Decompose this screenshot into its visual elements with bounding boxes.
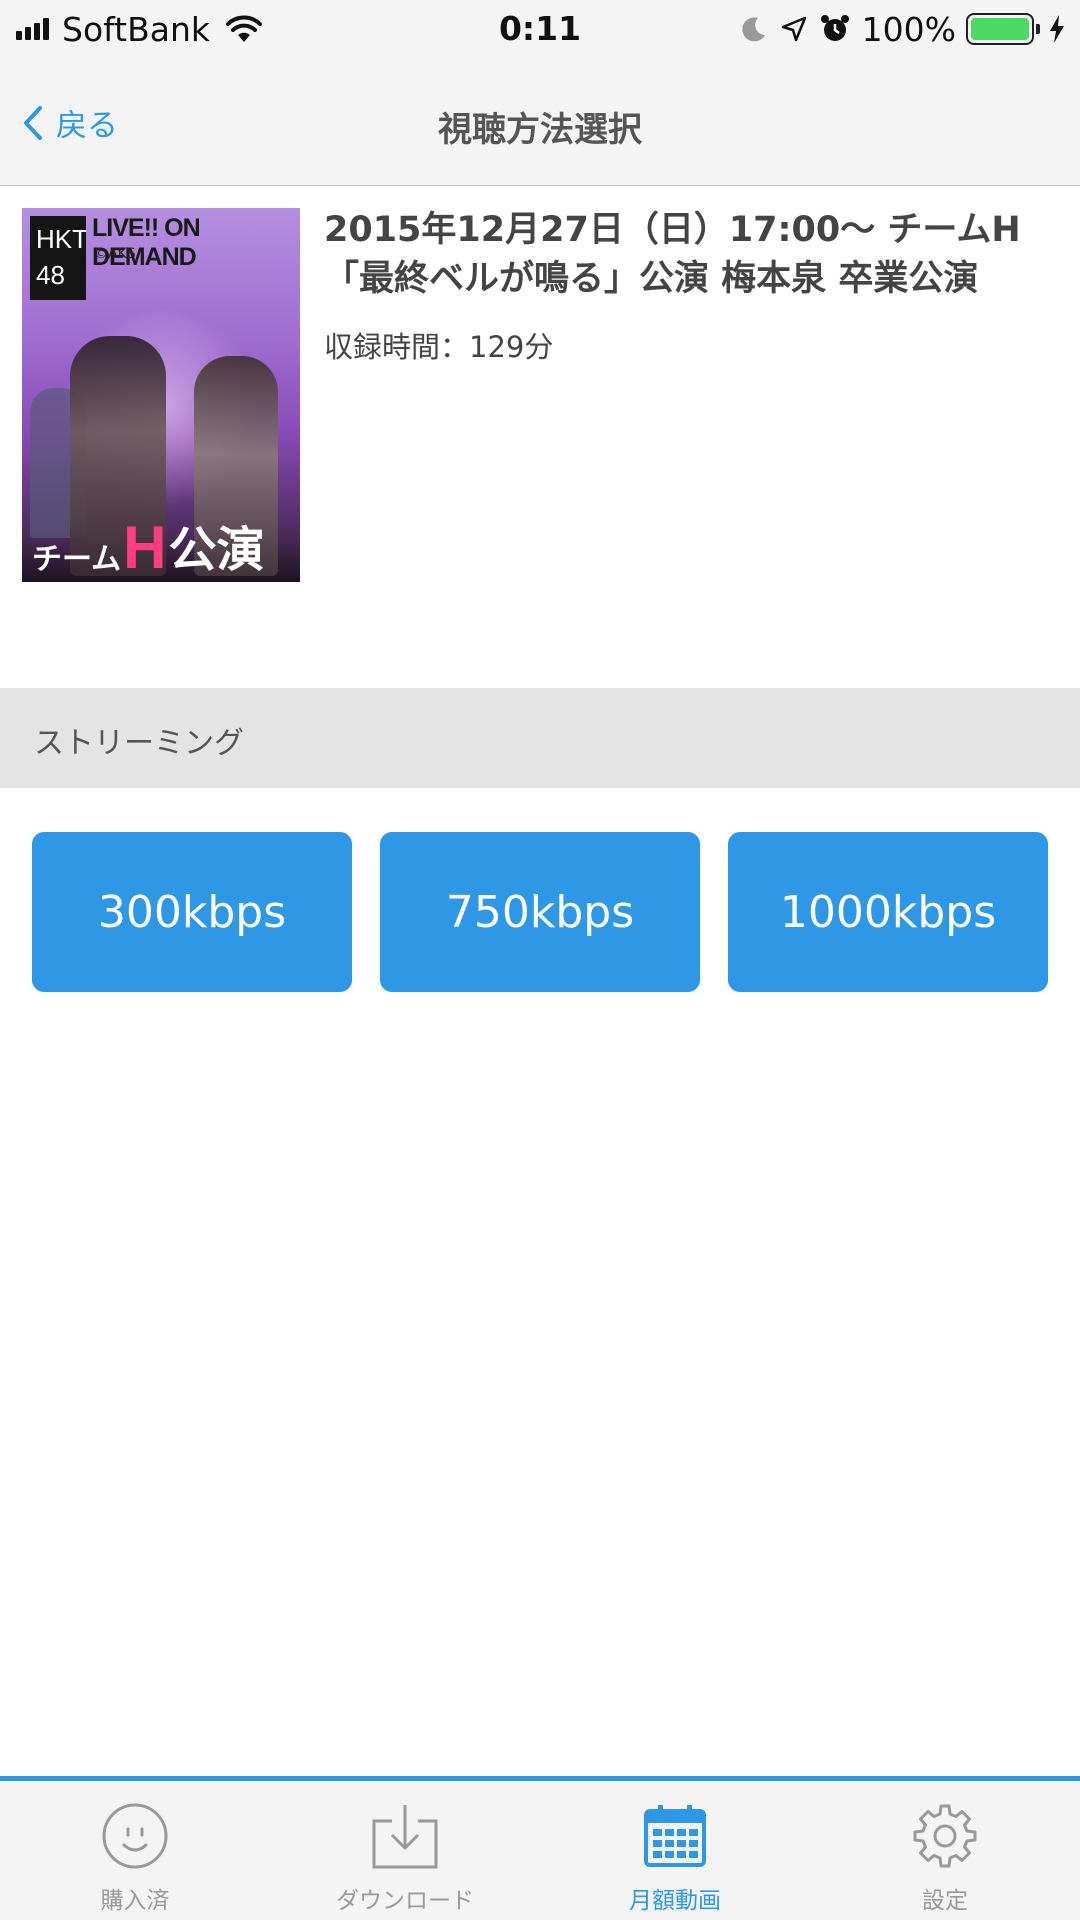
quality-750kbps-button[interactable]: 750kbps — [380, 832, 700, 992]
status-bar: SoftBank 0:11 100% — [0, 0, 1080, 58]
thumbnail-copyright: ©AKS — [94, 246, 136, 262]
tab-purchased[interactable]: 購入済 — [0, 1781, 270, 1920]
section-title: ストリーミング — [34, 726, 244, 761]
tab-label: 購入済 — [100, 1888, 170, 1914]
video-duration: 収録時間：129分 — [324, 330, 554, 364]
svg-text:HKT: HKT — [36, 224, 86, 254]
thumbnail-caption: チーム H 公演 — [32, 514, 294, 581]
smiley-icon — [102, 1803, 168, 1869]
tab-label: 設定 — [922, 1888, 968, 1914]
video-title: 2015年12月27日（日）17:00〜 チームH「最終ベルが鳴る」公演 梅本泉… — [324, 210, 1021, 299]
thumbnail-caption-letter: H — [123, 514, 167, 581]
streaming-section-header: ストリーミング — [0, 688, 1080, 788]
tab-download[interactable]: ダウンロード — [270, 1781, 540, 1920]
tab-settings[interactable]: 設定 — [810, 1781, 1080, 1920]
thumbnail-caption-prefix: チーム — [32, 542, 122, 577]
tab-bar: 購入済 ダウンロード 月額動画 設定 — [0, 1776, 1080, 1920]
tab-monthly-videos[interactable]: 月額動画 — [540, 1781, 810, 1920]
quality-300kbps-button[interactable]: 300kbps — [32, 832, 352, 992]
location-arrow-icon — [781, 16, 806, 42]
quality-1000kbps-button[interactable]: 1000kbps — [728, 832, 1048, 992]
status-right: 100% — [728, 8, 1066, 50]
thumbnail-header: LIVE!! ON DEMAND — [92, 214, 201, 271]
tab-label: ダウンロード — [336, 1888, 474, 1914]
thumbnail-caption-suffix: 公演 — [168, 522, 265, 578]
nav-bar: 戻る 視聴方法選択 — [0, 58, 1080, 186]
battery-icon — [966, 13, 1040, 45]
gear-icon — [913, 1804, 977, 1868]
charging-bolt-icon — [1050, 15, 1064, 43]
battery-percent: 100% — [861, 9, 956, 49]
screen: SoftBank 0:11 100% 戻る 視聴方法選択 HKT 48 LIVE… — [0, 0, 1080, 1920]
calendar-icon — [644, 1805, 706, 1867]
alarm-icon — [820, 15, 849, 41]
tab-label: 月額動画 — [629, 1888, 721, 1914]
svg-text:48: 48 — [36, 260, 65, 290]
video-thumbnail: HKT 48 LIVE!! ON DEMAND ©AKS チーム H 公演 — [22, 208, 300, 582]
moon-icon — [742, 17, 765, 42]
page-title: 視聴方法選択 — [438, 110, 642, 150]
download-icon — [372, 1805, 438, 1869]
hkt48-logo: HKT 48 — [30, 216, 88, 300]
